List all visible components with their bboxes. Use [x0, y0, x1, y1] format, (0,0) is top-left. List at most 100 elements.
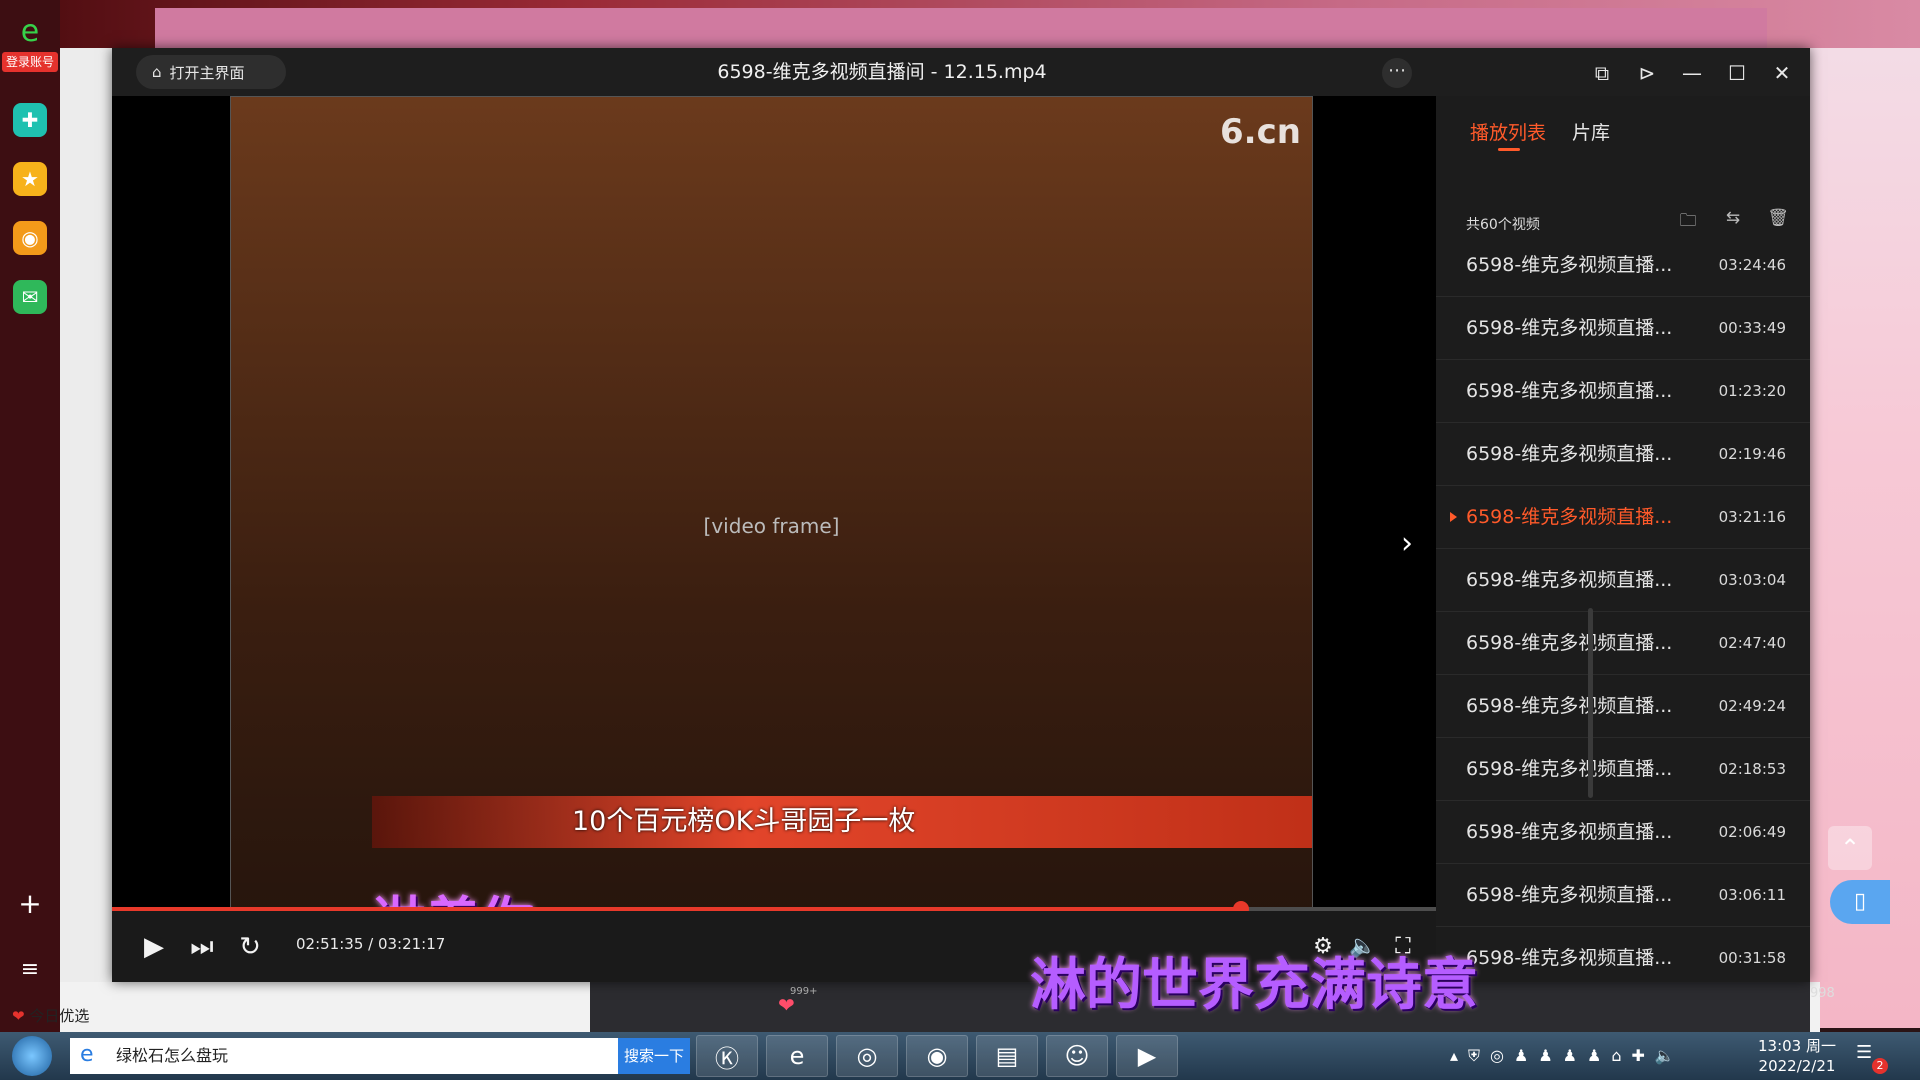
maximize-icon[interactable]: ☐ — [1722, 58, 1752, 88]
scroll-to-top-icon[interactable]: ⌃ — [1828, 826, 1872, 870]
playlist-item-duration: 02:49:24 — [1718, 697, 1786, 715]
today-picks-link[interactable]: ❤ 今日优选 — [12, 1005, 89, 1026]
start-button[interactable] — [12, 1036, 52, 1076]
playlist-item-name: 6598-维克多视频直播... — [1466, 380, 1673, 402]
playlist-item-duration: 02:18:53 — [1718, 760, 1786, 778]
playlist-item[interactable]: 6598-维克多视频直播... 03:21:16 — [1436, 486, 1810, 549]
playlist-item[interactable]: 6598-维克多视频直播... 02:19:46 — [1436, 423, 1810, 486]
active-tab-indicator — [1498, 148, 1520, 151]
star-icon[interactable]: ★ — [13, 162, 47, 196]
playlist-item[interactable]: 6598-维克多视频直播... 03:03:04 — [1436, 549, 1810, 612]
playlist-item[interactable]: 6598-维克多视频直播... 02:18:53 — [1436, 738, 1810, 801]
play-icon[interactable]: ▶ — [138, 931, 170, 963]
list-icon[interactable]: ≡ — [13, 952, 47, 986]
taskbar-search-input[interactable]: e 绿松石怎么盘玩 — [70, 1038, 618, 1074]
open-main-screen-label: 打开主界面 — [169, 63, 245, 82]
now-playing-marker-icon — [1450, 512, 1457, 522]
open-main-screen-button[interactable]: ⌂ 打开主界面 — [136, 55, 286, 89]
chrome-icon[interactable]: ◉ — [906, 1035, 968, 1077]
video-count: 共60个视频 — [1466, 217, 1540, 233]
playlist-item[interactable]: 6598-维克多视频直播... 01:23:20 — [1436, 360, 1810, 423]
playlist-item[interactable]: 6598-维克多视频直播... 03:06:11 — [1436, 864, 1810, 927]
playlist-item-duration: 02:19:46 — [1718, 445, 1786, 463]
playlist-panel: 播放列表 片库 共60个视频 🗀 ⇆ 🗑 6598-维克多视频直播... 03:2… — [1436, 96, 1810, 982]
browser-tab-strip — [155, 8, 1767, 48]
playlist-item[interactable]: 6598-维克多视频直播... 00:33:49 — [1436, 297, 1810, 360]
today-picks-label: 今日优选 — [29, 1007, 90, 1025]
system-tray-icons[interactable]: ▴⛨◎♟♟♟♟⌂✚🔈 — [1450, 1046, 1685, 1066]
playlist-scrollbar[interactable] — [1588, 608, 1593, 798]
home-icon: ⌂ — [152, 63, 162, 81]
folder-icon[interactable]: ▤ — [976, 1035, 1038, 1077]
ie-browser-icon[interactable]: e — [766, 1035, 828, 1077]
browser-left-sidebar: e 登录账号 ✚ ★ ◉ ✉ + ≡ — [0, 0, 60, 1032]
playlist-scroll-area[interactable]: 6598-维克多视频直播... 03:24:46 6598-维克多视频直播... 00… — [1436, 246, 1810, 982]
count-998: 998 — [1810, 986, 1835, 1001]
playlist-item-name: 6598-维克多视频直播... — [1466, 947, 1673, 969]
playlist-item-duration: 03:24:46 — [1718, 256, 1786, 274]
close-icon[interactable]: ✕ — [1767, 58, 1797, 88]
playlist-item-name: 6598-维克多视频直播... — [1466, 317, 1673, 339]
playlist-item[interactable]: 6598-维克多视频直播... 03:24:46 — [1436, 246, 1810, 297]
caption-text: 10个百元榜OK斗哥园子一枚 — [572, 806, 916, 837]
playlist-item[interactable]: 6598-维克多视频直播... 00:31:58 — [1436, 927, 1810, 982]
mini-mode-icon[interactable]: ⧉ — [1587, 58, 1617, 88]
windows-taskbar: e 绿松石怎么盘玩 搜索一下 Ⓚ e ◎ ◉ ▤ ☺ ▶ ▴⛨◎♟♟♟♟⌂✚🔈 … — [0, 1032, 1920, 1080]
player-titlebar: ⌂ 打开主界面 6598-维克多视频直播间 - 12.15.mp4 ⋯ ⧉ ⊳ … — [112, 48, 1810, 96]
mail-icon[interactable]: ✉ — [13, 280, 47, 314]
playlist-item-name: 6598-维克多视频直播... — [1466, 758, 1673, 780]
move-list-icon[interactable]: ⇆ — [1721, 208, 1745, 232]
video-area[interactable]: [video frame] 6.cn 10个百元榜OK斗哥园子一枚 淋着你 › — [112, 96, 1436, 956]
playlist-item-duration: 02:47:40 — [1718, 634, 1786, 652]
ie-logo-icon[interactable]: e — [13, 14, 47, 49]
playlist-item-name: 6598-维克多视频直播... — [1466, 443, 1673, 465]
tab-playlist[interactable]: 播放列表 — [1470, 118, 1546, 145]
k-app-icon[interactable]: Ⓚ — [696, 1035, 758, 1077]
playlist-item-duration: 03:06:11 — [1718, 886, 1786, 904]
badge-count: 999+ — [790, 986, 818, 997]
minimize-icon[interactable]: — — [1677, 58, 1707, 88]
playlist-item-name: 6598-维克多视频直播... — [1466, 632, 1673, 654]
playlist-item-name: 6598-维克多视频直播... — [1466, 821, 1673, 843]
pin-on-top-icon[interactable]: ⊳ — [1632, 58, 1662, 88]
chevron-right-icon[interactable]: › — [1392, 526, 1422, 566]
lyric-line-2: 淋的世界充满诗意 — [1030, 953, 1478, 1018]
next-track-icon[interactable]: ⏭ — [186, 931, 218, 963]
tab-library[interactable]: 片库 — [1572, 118, 1610, 145]
playlist-item-name: 6598-维克多视频直播... — [1466, 884, 1673, 906]
clock-time: 13:03 周一 — [1758, 1037, 1836, 1055]
green-browser-icon[interactable]: ◎ — [836, 1035, 898, 1077]
heart-icon: ❤ — [12, 1007, 25, 1025]
playlist-item[interactable]: 6598-维克多视频直播... 02:49:24 — [1436, 675, 1810, 738]
playlist-item-duration: 02:06:49 — [1718, 823, 1786, 841]
site-watermark: 6.cn — [1220, 112, 1301, 152]
mobile-icon[interactable]: ▯ — [1830, 880, 1890, 924]
video-player-app-icon[interactable]: ▶ — [1116, 1035, 1178, 1077]
delete-icon[interactable]: 🗑 — [1766, 208, 1790, 232]
loop-mode-icon[interactable]: ↻ — [234, 931, 266, 963]
login-account-button[interactable]: 登录账号 — [2, 52, 58, 72]
ie-search-icon: e — [80, 1042, 94, 1067]
playlist-item-name: 6598-维克多视频直播... — [1466, 695, 1673, 717]
video-player-window: ⌂ 打开主界面 6598-维克多视频直播间 - 12.15.mp4 ⋯ ⧉ ⊳ … — [112, 48, 1810, 982]
clock[interactable]: 13:03 周一 2022/2/21 — [1758, 1036, 1836, 1076]
playlist-item-name: 6598-维克多视频直播... — [1466, 254, 1673, 276]
more-menu-button[interactable]: ⋯ — [1382, 58, 1412, 88]
search-query: 绿松石怎么盘玩 — [116, 1046, 229, 1065]
playlist-item-name: 6598-维克多视频直播... — [1466, 569, 1673, 591]
playlist-item-duration: 01:23:20 — [1718, 382, 1786, 400]
playlist-item-duration: 03:03:04 — [1718, 571, 1786, 589]
window-title: 6598-维克多视频直播间 - 12.15.mp4 — [717, 61, 1047, 83]
playlist-item[interactable]: 6598-维克多视频直播... 02:06:49 — [1436, 801, 1810, 864]
playlist-item-duration: 00:33:49 — [1718, 319, 1786, 337]
medical-cross-icon[interactable]: ✚ — [13, 103, 47, 137]
playlist-item[interactable]: 6598-维克多视频直播... 02:47:40 — [1436, 612, 1810, 675]
playlist-item-duration: 03:21:16 — [1718, 508, 1786, 526]
weibo-icon[interactable]: ◉ — [13, 221, 47, 255]
browser-content-edge — [60, 48, 112, 1032]
search-button[interactable]: 搜索一下 — [618, 1038, 690, 1074]
open-folder-icon[interactable]: 🗀 — [1676, 208, 1700, 232]
avatar-app-icon[interactable]: ☺ — [1046, 1035, 1108, 1077]
clock-date: 2022/2/21 — [1758, 1057, 1836, 1075]
plus-icon[interactable]: + — [13, 886, 47, 920]
